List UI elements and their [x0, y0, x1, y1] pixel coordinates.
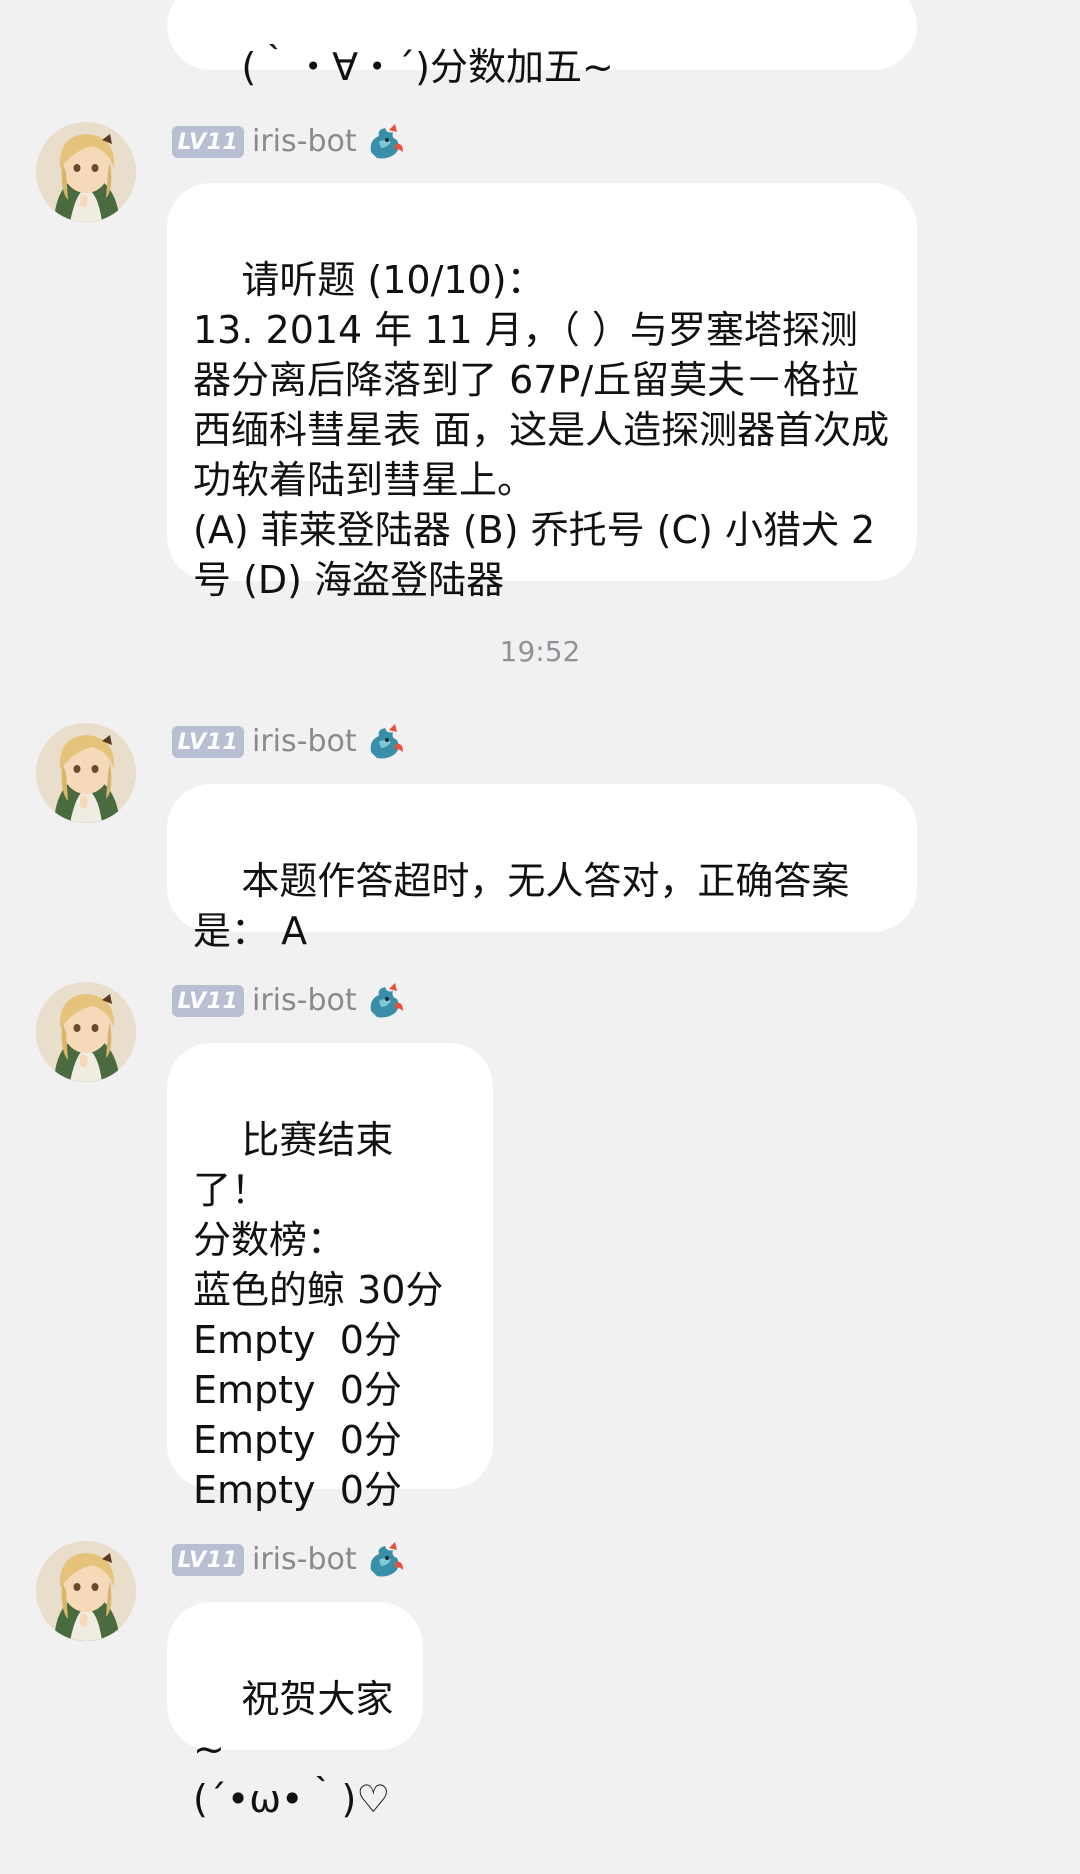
chat-message-list[interactable]: (｀・∀・´)分数加五~ LV11 iris-bot 请听题 (10/10)： …	[0, 0, 1080, 1821]
sender-info: LV11 iris-bot	[172, 981, 405, 1021]
sender-name[interactable]: iris-bot	[252, 122, 357, 162]
sender-name[interactable]: iris-bot	[252, 981, 357, 1021]
avatar[interactable]	[36, 723, 136, 823]
sender-name[interactable]: iris-bot	[252, 1540, 357, 1580]
sender-info: LV11 iris-bot	[172, 122, 405, 162]
timestamp: 19:52	[499, 635, 581, 668]
dragon-badge-icon	[370, 983, 403, 1018]
message-text: 请听题 (10/10)： 13. 2014 年 11 月，（ ）与罗塞塔探测器分…	[193, 258, 890, 602]
message-bubble[interactable]: 祝贺大家~ (´•ω•｀)♡	[167, 1602, 423, 1821]
avatar-image	[36, 1541, 136, 1641]
avatar-image	[36, 723, 136, 823]
avatar[interactable]	[36, 122, 136, 222]
message-text: 本题作答超时，无人答对，正确答案是： A	[193, 859, 850, 953]
dragon-badge-icon	[370, 724, 403, 759]
level-badge: LV11	[172, 126, 244, 158]
avatar[interactable]	[36, 1541, 136, 1641]
avatar-image	[36, 982, 136, 1082]
avatar-image	[36, 122, 136, 222]
avatar[interactable]	[36, 982, 136, 1082]
level-badge: LV11	[172, 726, 244, 758]
dragon-badge-icon	[370, 1542, 403, 1577]
message-bubble[interactable]: 本题作答超时，无人答对，正确答案是： A	[167, 784, 917, 953]
sender-name[interactable]: iris-bot	[252, 722, 357, 762]
dragon-badge-icon	[370, 124, 403, 159]
level-badge: LV11	[172, 985, 244, 1017]
message-bubble[interactable]: 请听题 (10/10)： 13. 2014 年 11 月，（ ）与罗塞塔探测器分…	[167, 183, 917, 602]
message-text: 祝贺大家~ (´•ω•｀)♡	[193, 1677, 394, 1821]
sender-info: LV11 iris-bot	[172, 722, 405, 762]
message-bubble[interactable]: 比赛结束了！ 分数榜： 蓝色的鲸 30分 Empty 0分 Empty 0分 E…	[167, 1043, 493, 1512]
message-text: (｀・∀・´)分数加五~	[241, 45, 614, 89]
message-bubble[interactable]: (｀・∀・´)分数加五~	[167, 0, 917, 89]
sender-info: LV11 iris-bot	[172, 1540, 405, 1580]
level-badge: LV11	[172, 1544, 244, 1576]
message-text: 比赛结束了！ 分数榜： 蓝色的鲸 30分 Empty 0分 Empty 0分 E…	[193, 1118, 444, 1512]
